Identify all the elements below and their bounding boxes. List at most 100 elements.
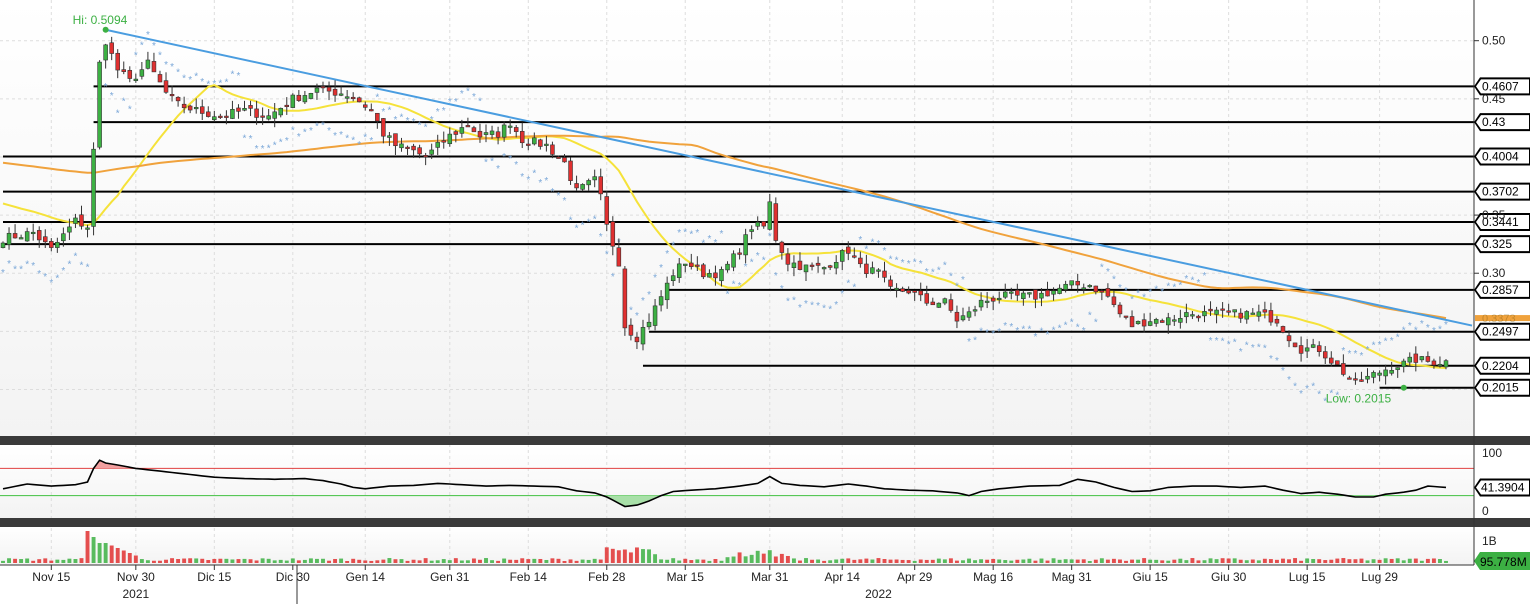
sar-point: *: [557, 191, 561, 202]
candle: [91, 142, 96, 236]
volume-bar: [967, 558, 971, 563]
candle: [568, 157, 573, 185]
candle-body: [1220, 308, 1225, 311]
rsi-panel-bg: [0, 445, 1474, 518]
volume-bar: [954, 560, 959, 563]
candle: [622, 266, 628, 336]
sar-point: *: [1281, 366, 1285, 377]
sar-point: *: [635, 311, 639, 322]
candle-body: [477, 130, 483, 138]
volume-bar: [1003, 560, 1008, 563]
sar-point: *: [937, 265, 941, 276]
sar-point: *: [593, 214, 597, 225]
candle-body: [731, 253, 736, 268]
candle-body: [73, 217, 78, 224]
candle-body: [1413, 353, 1419, 363]
volume-bar: [85, 531, 90, 563]
level-label: 0.2857: [1482, 283, 1519, 297]
candle-body: [369, 109, 374, 112]
candle-body: [1401, 360, 1406, 368]
candle: [1280, 325, 1286, 334]
volume-bar: [1347, 559, 1352, 563]
volume-bar: [1359, 558, 1364, 563]
volume-bar: [1202, 560, 1207, 563]
sar-point: *: [786, 296, 790, 307]
sar-point: *: [86, 263, 90, 274]
sar-point: *: [80, 260, 84, 271]
sar-point: *: [43, 272, 47, 283]
volume-bar: [979, 559, 984, 563]
candle-body: [91, 148, 96, 227]
candle-body: [538, 139, 543, 147]
candle-body: [1407, 356, 1413, 363]
volume-bar: [634, 547, 639, 563]
candle-body: [1226, 310, 1231, 313]
sar-point: *: [1414, 325, 1418, 336]
volume-bar: [562, 560, 567, 563]
candle-body: [393, 133, 398, 147]
volume-bar: [1431, 558, 1436, 563]
candle-body: [1033, 289, 1038, 300]
volume-bar: [1244, 560, 1249, 563]
candle-body: [314, 87, 320, 93]
volume-bar: [749, 554, 754, 563]
volume-bar: [1268, 559, 1273, 563]
candle-body: [236, 107, 241, 112]
sar-point: *: [526, 175, 530, 186]
sar-point: *: [472, 92, 476, 103]
volume-bar: [985, 559, 990, 563]
sar-point: *: [158, 51, 162, 62]
volume-bar: [357, 559, 362, 563]
volume-bar: [689, 560, 694, 563]
sar-point: *: [1251, 343, 1255, 354]
sar-point: *: [134, 50, 138, 61]
sar-point: *: [122, 97, 126, 108]
candle-body: [1069, 280, 1074, 286]
volume-bar: [1305, 558, 1310, 563]
candle-body: [791, 262, 797, 268]
candle-body: [918, 290, 923, 296]
volume-bar: [1148, 559, 1153, 563]
candle-body: [634, 336, 640, 343]
sar-point: *: [1160, 287, 1164, 298]
panel-divider-2[interactable]: [0, 518, 1530, 527]
price-tick-label: 0.30: [1482, 266, 1506, 280]
volume-bar: [43, 558, 48, 563]
volume-bar: [1027, 558, 1032, 563]
volume-bar: [471, 558, 476, 563]
sar-point: *: [176, 67, 180, 78]
sar-point: *: [1015, 326, 1019, 337]
sar-point: *: [647, 290, 651, 301]
candle-body: [640, 327, 646, 345]
date-tick-label: Mag 31: [1052, 570, 1092, 584]
candle-body: [1329, 357, 1334, 364]
candle-body: [224, 115, 229, 118]
candle-body: [1256, 311, 1262, 317]
volume-bar: [574, 560, 579, 563]
volume-bar: [1178, 558, 1183, 563]
sar-point: *: [726, 289, 730, 300]
sar-point: *: [400, 112, 404, 123]
volume-bar: [1081, 559, 1086, 563]
candle-body: [1202, 311, 1207, 317]
volume-bar: [1323, 560, 1328, 563]
sar-point: *: [104, 82, 108, 93]
candle: [1292, 342, 1298, 348]
sar-point: *: [406, 116, 410, 127]
candle-body: [960, 315, 966, 321]
candle-body: [1389, 370, 1394, 374]
sar-point: *: [671, 241, 675, 252]
volume-bar: [55, 559, 60, 563]
volume-bar: [816, 559, 821, 563]
candle-body: [574, 183, 579, 189]
candle-body: [6, 232, 12, 245]
sar-point: *: [828, 304, 832, 315]
panel-divider-1[interactable]: [0, 436, 1530, 445]
sar-point: *: [653, 273, 657, 284]
candle-body: [743, 234, 748, 256]
sar-point: *: [55, 274, 59, 285]
volume-bar: [725, 557, 730, 563]
sar-point: *: [1269, 354, 1273, 365]
sar-point: *: [200, 77, 204, 88]
volume-bar: [1069, 559, 1074, 563]
